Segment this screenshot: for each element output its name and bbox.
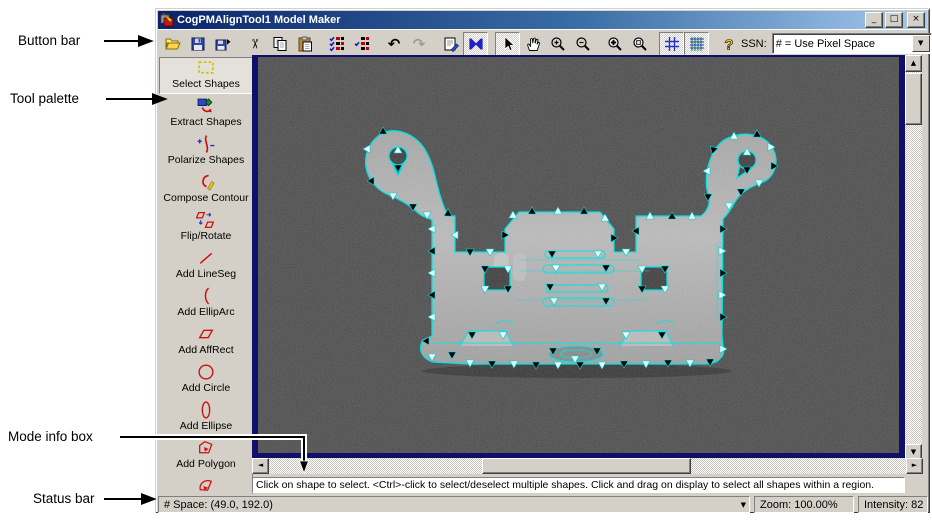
app-icon[interactable]	[160, 12, 174, 27]
zoom-actual-button[interactable]	[627, 31, 652, 56]
palette-item-label: Add EllipArc	[177, 306, 235, 318]
select-shapes-icon	[196, 58, 216, 78]
space-dropdown-arrow-icon[interactable]: ▼	[741, 501, 746, 509]
palette-item-flip-rotate[interactable]: Flip/Rotate	[159, 209, 252, 246]
palette-item-label: Add Circle	[181, 382, 231, 394]
status-zoom-text: Zoom: 100.00%	[760, 498, 838, 511]
shape-list-button[interactable]	[349, 31, 374, 56]
palette-item-label: Add Polygon	[176, 458, 236, 470]
status-zoom: Zoom: 100.00%	[754, 496, 854, 513]
scroll-up-icon[interactable]: ▲	[905, 55, 922, 72]
palette-item-select-shapes[interactable]: Select Shapes	[159, 57, 252, 94]
vscroll-thumb[interactable]	[905, 73, 922, 125]
tool-palette: Select Shapes Extract Shapes Polarize Shap…	[158, 56, 253, 494]
annotation-tool-palette: Tool palette	[10, 91, 80, 106]
add-lineseg-icon	[196, 248, 216, 268]
properties-button[interactable]	[438, 31, 463, 56]
button-bar: ✂ ↶ ↷? SSN: # = Use Pixel Space ▼	[158, 29, 932, 57]
palette-item-add-contour[interactable]: Add Contour	[159, 475, 252, 494]
add-circle-icon	[196, 362, 216, 382]
window-title: CogPMAlignTool1 Model Maker	[177, 14, 341, 26]
title-bar[interactable]: CogPMAlignTool1 Model Maker _ □ ×	[158, 11, 927, 29]
image-display[interactable]	[258, 57, 899, 453]
mode-info-box: Click on shape to select. <Ctrl>-click t…	[252, 477, 905, 493]
palette-item-label: Select Shapes	[172, 78, 240, 90]
grid-coarse-button[interactable]	[659, 31, 684, 56]
save-as-button[interactable]	[210, 31, 235, 56]
add-affrect-icon	[196, 324, 216, 344]
status-intensity-text: Intensity: 82	[864, 498, 924, 511]
ssn-combobox[interactable]: # = Use Pixel Space ▼	[771, 33, 932, 54]
redo-button[interactable]: ↷	[406, 31, 431, 56]
add-elliparc-icon	[196, 286, 216, 306]
pan-tool-button[interactable]	[520, 31, 545, 56]
zoom-expand-button[interactable]	[602, 31, 627, 56]
status-space-text: # Space: (49.0, 192.0)	[164, 498, 273, 511]
model-image	[258, 57, 899, 453]
polarize-shapes-icon	[196, 134, 216, 154]
select-all-shapes-button[interactable]	[324, 31, 349, 56]
palette-item-add-circle[interactable]: Add Circle	[159, 361, 252, 398]
palette-item-label: Flip/Rotate	[180, 230, 232, 242]
annotation-button-bar: Button bar	[18, 33, 81, 48]
palette-item-compose-contour[interactable]: Compose Contour	[159, 171, 252, 208]
vertical-scrollbar[interactable]: ▲ ▼	[905, 55, 922, 461]
pointer-tool-button[interactable]	[495, 31, 520, 56]
palette-item-add-affrect[interactable]: Add AffRect	[159, 323, 252, 360]
scroll-right-icon[interactable]: ►	[906, 458, 923, 474]
palette-item-add-polygon[interactable]: Add Polygon	[159, 437, 252, 474]
paste-button[interactable]	[292, 31, 317, 56]
add-contour-icon	[196, 476, 216, 494]
ssn-area: SSN: # = Use Pixel Space ▼	[741, 33, 932, 54]
svg-text:?: ?	[724, 36, 733, 52]
run-display-button[interactable]	[463, 31, 488, 56]
zoom-in-button[interactable]	[545, 31, 570, 56]
cut-button[interactable]: ✂	[242, 31, 267, 56]
ssn-dropdown-arrow-icon[interactable]: ▼	[911, 35, 930, 52]
status-space-selector[interactable]: # Space: (49.0, 192.0) ▼	[158, 496, 750, 513]
annotation-status-bar: Status bar	[33, 491, 95, 506]
undo-button[interactable]: ↶	[381, 31, 406, 56]
minimize-button[interactable]: _	[865, 12, 883, 28]
extract-shapes-icon	[196, 96, 216, 116]
scroll-left-icon[interactable]: ◄	[252, 458, 269, 474]
svg-text:✂: ✂	[247, 38, 262, 49]
palette-item-add-ellipse[interactable]: Add Ellipse	[159, 399, 252, 436]
horizontal-scrollbar[interactable]: ◄ ►	[252, 458, 923, 475]
ssn-label: SSN:	[741, 37, 767, 50]
palette-item-extract-shapes[interactable]: Extract Shapes	[159, 95, 252, 132]
compose-contour-icon	[196, 172, 216, 192]
image-display-frame	[252, 55, 905, 458]
svg-text:↷: ↷	[412, 36, 425, 52]
status-bar: # Space: (49.0, 192.0) ▼ Zoom: 100.00% I…	[157, 495, 928, 513]
palette-item-label: Extract Shapes	[170, 116, 242, 128]
copy-button[interactable]	[267, 31, 292, 56]
palette-item-add-lineseg[interactable]: Add LineSeg	[159, 247, 252, 284]
grid-fine-button[interactable]	[684, 31, 709, 56]
add-ellipse-icon	[196, 400, 216, 420]
palette-item-label: Add Ellipse	[179, 420, 233, 432]
palette-item-label: Add LineSeg	[175, 268, 237, 280]
open-button[interactable]	[160, 31, 185, 56]
palette-item-label: Compose Contour	[163, 192, 249, 204]
hscroll-thumb[interactable]	[482, 458, 691, 474]
save-button[interactable]	[185, 31, 210, 56]
help-button[interactable]: ?	[716, 31, 741, 56]
zoom-out-button[interactable]	[570, 31, 595, 56]
palette-item-label: Add AffRect	[178, 344, 234, 356]
annotation-mode-info-box: Mode info box	[8, 429, 93, 444]
palette-item-add-elliparc[interactable]: Add EllipArc	[159, 285, 252, 322]
maximize-button[interactable]: □	[885, 12, 903, 28]
status-intensity: Intensity: 82	[858, 496, 928, 513]
app-window: CogPMAlignTool1 Model Maker _ □ × ✂ ↶ ↷? S…	[155, 8, 932, 513]
screenshot-canvas: Button bar Tool palette Mode info box St…	[0, 0, 932, 523]
palette-item-label: Polarize Shapes	[167, 154, 245, 166]
ssn-selected-value: # = Use Pixel Space	[775, 37, 876, 50]
svg-text:↶: ↶	[387, 36, 400, 52]
close-button[interactable]: ×	[907, 12, 925, 28]
palette-item-polarize-shapes[interactable]: Polarize Shapes	[159, 133, 252, 170]
flip-rotate-icon	[195, 210, 216, 230]
add-polygon-icon	[196, 438, 216, 458]
